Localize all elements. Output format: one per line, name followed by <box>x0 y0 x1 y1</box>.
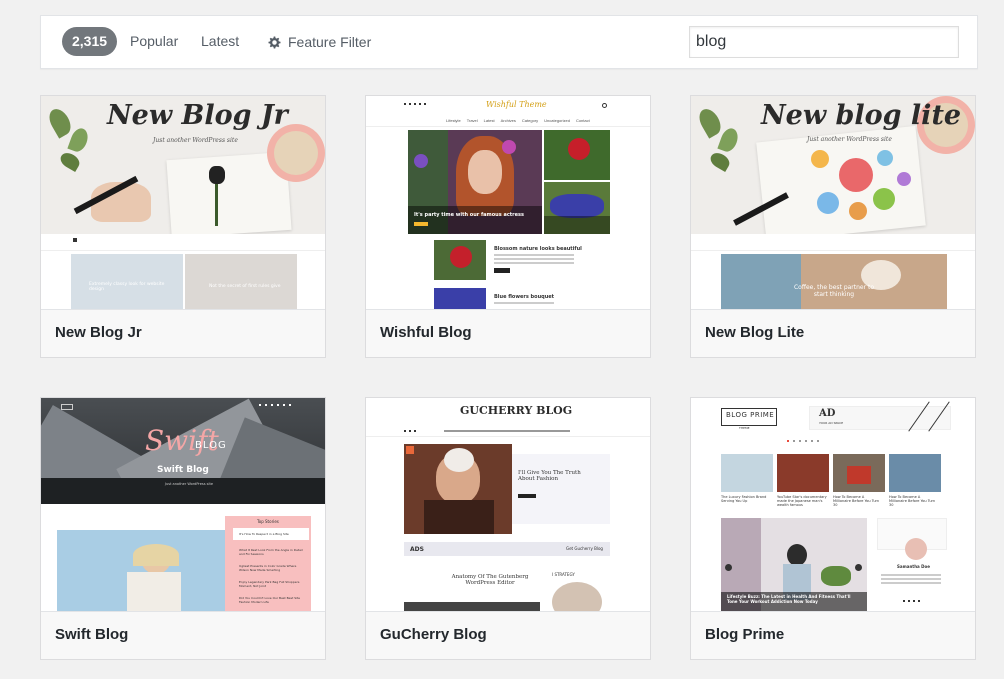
gear-icon <box>268 36 281 48</box>
theme-search-input[interactable] <box>689 26 959 58</box>
screenshot-tagline: Just another WordPress site <box>165 482 214 486</box>
screenshot-post-title: Blossom nature looks beautiful <box>494 246 582 252</box>
screenshot-title: Swift Blog <box>157 465 209 475</box>
screenshot-banner-text: Coffee, the best partner to start thinki… <box>793 284 875 298</box>
screenshot-card-text: Not the secret of first rules give <box>209 284 281 289</box>
screenshot-widget-item: Did You Couldn't Love Our Best Best Site… <box>239 596 300 604</box>
screenshot-title: New Blog Jr <box>107 100 288 131</box>
screenshot-widget-item: Enjoy Legendary Park Bag Full Shoppers M… <box>239 580 300 588</box>
screenshot-caption: The Luxury Fashion Brand Serving You Up <box>721 495 767 503</box>
screenshot-logo-suffix: BLOG <box>195 440 227 451</box>
feature-filter-label: Feature Filter <box>288 34 372 50</box>
tab-popular[interactable]: Popular <box>130 16 178 68</box>
screenshot-caption: How To Become A Millionaire Before You T… <box>833 495 880 507</box>
theme-card-gucherry-blog[interactable]: GUCHERRY BLOG I'll Give You The Truth Ab… <box>365 397 651 660</box>
tab-latest[interactable]: Latest <box>201 16 239 68</box>
screenshot-post-title: Anatomy Of The Gutenberg WordPress Edito… <box>451 574 529 586</box>
theme-name: New Blog Lite <box>691 309 975 357</box>
theme-name: New Blog Jr <box>41 309 325 357</box>
screenshot-author: Samantha Doe <box>897 564 930 569</box>
screenshot-widget-item: What It Rest Look From the Angle in Deta… <box>239 548 303 556</box>
theme-name: Wishful Blog <box>366 309 650 357</box>
screenshot-post-title: Blue flowers bouquet <box>494 294 555 300</box>
theme-card-blog-prime[interactable]: BLOG PRIME THEME AD YOUR AD SPACE The Lu… <box>690 397 976 660</box>
screenshot-widget-title: Top Stories <box>257 519 279 524</box>
screenshot-menu-item: Uncategorized <box>544 118 570 123</box>
screenshot-ad-sub: YOUR AD SPACE <box>819 421 844 425</box>
filter-bar: 2,315 Popular Latest Feature Filter <box>40 15 978 69</box>
theme-count-badge: 2,315 <box>62 27 118 56</box>
theme-card-new-blog-lite[interactable]: New blog lite Just another WordPress sit… <box>690 95 976 358</box>
theme-name: Swift Blog <box>41 611 325 659</box>
screenshot-title: GUCHERRY BLOG <box>460 404 573 417</box>
theme-card-wishful-blog[interactable]: Wishful Theme Lifestyle Travel Latest Ar… <box>365 95 651 358</box>
screenshot-caption: How To Become A Millionaire Before You T… <box>889 495 936 507</box>
theme-screenshot[interactable]: New Blog Jr Just another WordPress site … <box>41 96 325 309</box>
screenshot-caption: YouTube Star's documentary made the Japa… <box>777 495 827 507</box>
screenshot-tagline: Just another WordPress site <box>807 136 892 143</box>
screenshot-widget-item: It's How To Respect in a Blog Site <box>239 532 289 536</box>
screenshot-ad-text: AD <box>819 408 836 419</box>
screenshot-ad-button: Get Gucherry Blog <box>566 546 603 551</box>
screenshot-card-text: Extremely classy look for website design <box>89 282 165 292</box>
screenshot-title: New blog lite <box>761 100 962 131</box>
theme-screenshot[interactable]: BLOG PRIME THEME AD YOUR AD SPACE The Lu… <box>691 398 975 611</box>
theme-screenshot[interactable]: GUCHERRY BLOG I'll Give You The Truth Ab… <box>366 398 650 611</box>
feature-filter-button[interactable]: Feature Filter <box>267 16 371 68</box>
screenshot-widget-item: Ugliest Presents in Color Grade Where Wi… <box>239 564 297 572</box>
theme-screenshot[interactable]: Swift BLOG Swift Blog Just another WordP… <box>41 398 325 611</box>
screenshot-menu-item: Category <box>521 118 539 123</box>
screenshot-side-label: I STRATEGY <box>552 572 575 577</box>
screenshot-menu: Lifestyle Travel Latest Archives Categor… <box>446 118 590 123</box>
theme-name: Blog Prime <box>691 611 975 659</box>
screenshot-logo-sub: THEME <box>739 426 750 430</box>
screenshot-slider-caption: Lifestyle Buzz: The Latest in Health And… <box>727 594 851 604</box>
screenshot-logo: Wishful Theme <box>486 100 547 109</box>
screenshot-menu-item: Contact <box>575 118 590 123</box>
screenshot-hero-caption: It's party time with our famous actress <box>414 212 524 218</box>
screenshot-menu-item: Latest <box>483 118 495 123</box>
theme-card-swift-blog[interactable]: Swift BLOG Swift Blog Just another WordP… <box>40 397 326 660</box>
screenshot-feature-title: I'll Give You The Truth About Fashion <box>518 470 581 482</box>
screenshot-logo: BLOG PRIME <box>726 411 775 419</box>
theme-screenshot[interactable]: New blog lite Just another WordPress sit… <box>691 96 975 309</box>
screenshot-menu-item: Lifestyle <box>446 118 461 123</box>
theme-screenshot[interactable]: Wishful Theme Lifestyle Travel Latest Ar… <box>366 96 650 309</box>
screenshot-tagline: Just another WordPress site <box>153 137 238 144</box>
theme-card-new-blog-jr[interactable]: New Blog Jr Just another WordPress site … <box>40 95 326 358</box>
screenshot-menu-item: Archives <box>500 118 516 123</box>
screenshot-menu-item: Travel <box>466 118 478 123</box>
screenshot-ad-label: ADS <box>410 546 424 553</box>
theme-name: GuCherry Blog <box>366 611 650 659</box>
